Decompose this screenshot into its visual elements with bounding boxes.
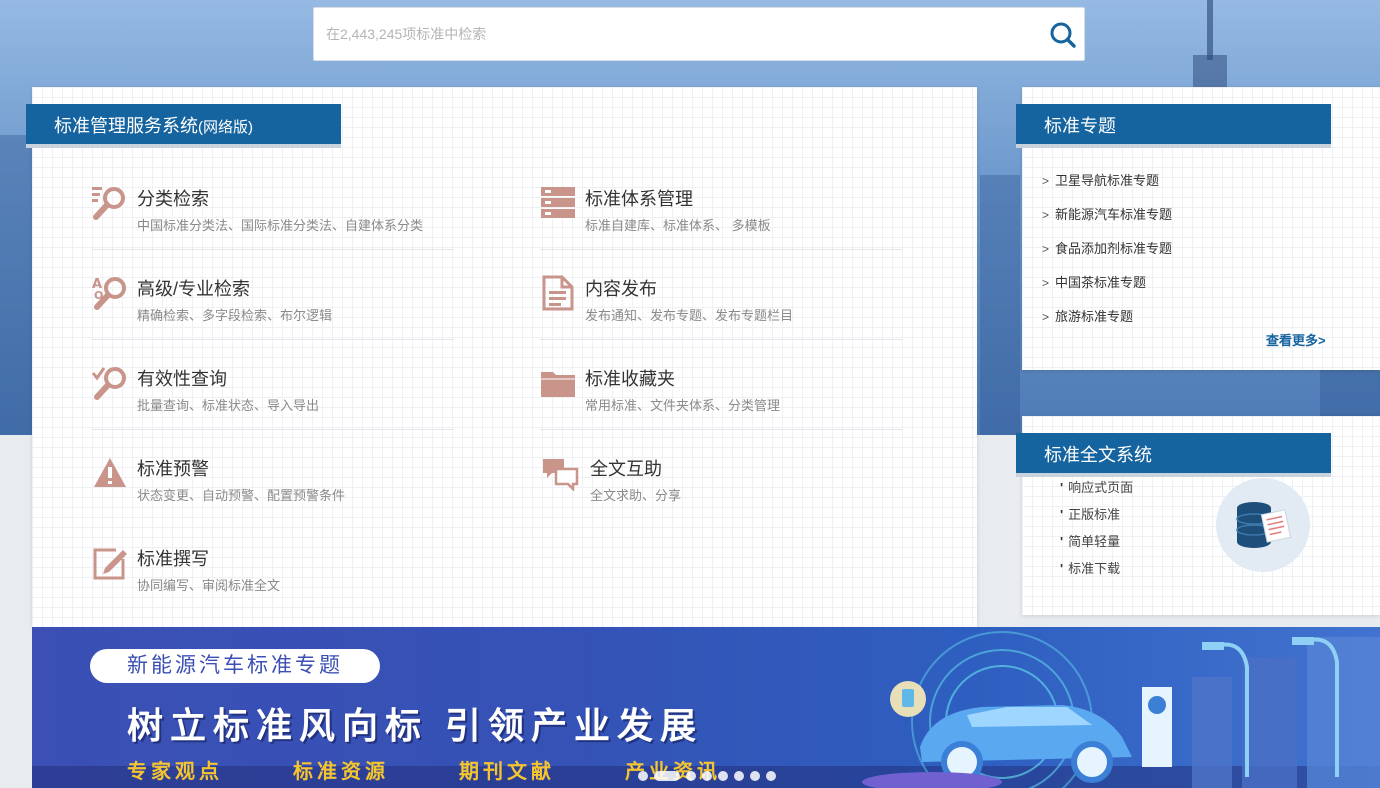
main-title-suffix: (网络版) <box>198 119 253 136</box>
advanced-search-icon: A O <box>92 277 126 310</box>
fulltext-feature: 响应式页面 <box>1060 478 1133 505</box>
car-charging-illustration <box>862 631 1380 788</box>
fulltext-panel: 标准全文系统 响应式页面 正版标准 简单轻量 标准下载 <box>1016 416 1380 615</box>
carousel-dot[interactable] <box>766 770 776 781</box>
chat-icon <box>543 459 579 491</box>
feature-name: 有效性查询 <box>137 369 227 389</box>
feature-name: 高级/专业检索 <box>137 279 251 299</box>
folder-icon <box>541 372 575 397</box>
main-panel: 标准管理服务系统(网络版) 分类检索 中国标准分类法、国际标准分类法、自建体系分… <box>26 87 977 627</box>
search-bar <box>313 7 1085 61</box>
feature-desc: 标准自建库、标准体系、 多模板 <box>585 218 771 233</box>
feature-writing[interactable]: 标准撰写 协同编写、审阅标准全文 <box>92 537 454 627</box>
view-more-link[interactable]: 查看更多> <box>1266 330 1326 349</box>
topic-label: 旅游标准专题 <box>1055 309 1134 324</box>
database-icon <box>1236 502 1292 548</box>
carousel-dot[interactable] <box>734 770 744 781</box>
feature-desc: 协同编写、审阅标准全文 <box>137 578 281 593</box>
divider <box>92 249 454 250</box>
feature-favorites[interactable]: 标准收藏夹 常用标准、文件夹体系、分类管理 <box>540 357 902 447</box>
feature-name: 内容发布 <box>585 279 657 299</box>
topic-label: 新能源汽车标准专题 <box>1055 207 1173 222</box>
category-search-icon <box>92 187 125 220</box>
divider <box>540 429 902 430</box>
fulltext-feature-list: 响应式页面 正版标准 简单轻量 标准下载 <box>1060 478 1133 586</box>
topic-item[interactable]: > 卫星导航标准专题 <box>1042 171 1172 205</box>
warning-icon <box>94 458 126 487</box>
chevron-right-icon: > <box>1042 174 1050 188</box>
promo-banner[interactable]: 新能源汽车标准专题 树立标准风向标 引领产业发展 专家观点标准资源期刊文献产业资… <box>32 627 1380 788</box>
feature-name: 全文互助 <box>590 459 662 479</box>
tower-silhouette <box>1185 0 1235 90</box>
carousel-dot[interactable] <box>702 770 712 781</box>
carousel-dot[interactable] <box>750 770 760 781</box>
banner-tag: 期刊文献 <box>459 761 555 783</box>
divider <box>540 339 902 340</box>
carousel-dot[interactable] <box>686 770 696 781</box>
fulltext-feature: 标准下载 <box>1060 559 1133 586</box>
main-panel-title: 标准管理服务系统(网络版) <box>26 104 341 148</box>
feature-desc: 精确检索、多字段检索、布尔逻辑 <box>137 308 333 323</box>
fulltext-feature: 正版标准 <box>1060 505 1133 532</box>
topic-item[interactable]: > 食品添加剂标准专题 <box>1042 239 1172 273</box>
feature-content-publish[interactable]: 内容发布 发布通知、发布专题、发布专题栏目 <box>540 267 902 357</box>
carousel-indicators <box>638 767 782 781</box>
feature-category-search[interactable]: 分类检索 中国标准分类法、国际标准分类法、自建体系分类 <box>92 177 454 267</box>
feature-desc: 全文求助、分享 <box>590 488 682 503</box>
topic-label: 卫星导航标准专题 <box>1055 173 1160 188</box>
feature-desc: 发布通知、发布专题、发布专题栏目 <box>585 308 794 323</box>
divider <box>92 429 454 430</box>
feature-fulltext-help[interactable]: 全文互助 全文求助、分享 <box>540 447 902 537</box>
search-button[interactable] <box>1048 20 1078 50</box>
carousel-dot[interactable] <box>718 770 728 781</box>
divider <box>540 249 902 250</box>
search-input[interactable] <box>314 8 1034 60</box>
feature-name: 标准收藏夹 <box>585 369 675 389</box>
content-publish-icon <box>542 275 574 311</box>
topic-item[interactable]: > 中国茶标准专题 <box>1042 273 1172 307</box>
main-title-text: 标准管理服务系统 <box>54 116 198 136</box>
chevron-right-icon: > <box>1042 276 1050 290</box>
edit-icon <box>93 548 127 580</box>
banner-tag: 标准资源 <box>293 761 389 783</box>
topics-panel: 标准专题 > 卫星导航标准专题 > 新能源汽车标准专题 > 食品添加剂标准专题 > 中国… <box>1016 87 1380 370</box>
banner-slogan: 树立标准风向标 引领产业发展 <box>127 705 704 746</box>
topic-list: > 卫星导航标准专题 > 新能源汽车标准专题 > 食品添加剂标准专题 > 中国茶标准专题… <box>1042 171 1172 341</box>
search-icon <box>1050 22 1076 48</box>
topic-label: 中国茶标准专题 <box>1055 275 1147 290</box>
chevron-right-icon: > <box>1042 242 1050 256</box>
feature-desc: 中国标准分类法、国际标准分类法、自建体系分类 <box>137 218 424 233</box>
chevron-right-icon: > <box>1042 208 1050 222</box>
feature-advanced-search[interactable]: A O 高级/专业检索 精确检索、多字段检索、布尔逻辑 <box>92 267 454 357</box>
standard-system-icon <box>541 187 575 218</box>
banner-topic-pill: 新能源汽车标准专题 <box>90 649 380 683</box>
feature-name: 标准体系管理 <box>585 189 693 209</box>
banner-tag: 专家观点 <box>127 761 223 783</box>
feature-standard-system[interactable]: 标准体系管理 标准自建库、标准体系、 多模板 <box>540 177 902 267</box>
feature-desc: 常用标准、文件夹体系、分类管理 <box>585 398 781 413</box>
validity-query-icon <box>92 367 126 400</box>
carousel-dot[interactable] <box>638 770 648 781</box>
database-document-icon[interactable] <box>1216 478 1310 572</box>
feature-desc: 状态变更、自动预警、配置预警条件 <box>137 488 346 503</box>
feature-name: 分类检索 <box>137 189 209 209</box>
fulltext-title: 标准全文系统 <box>1016 433 1331 477</box>
divider <box>92 339 454 340</box>
feature-validity-query[interactable]: 有效性查询 批量查询、标准状态、导入导出 <box>92 357 454 447</box>
fulltext-feature: 简单轻量 <box>1060 532 1133 559</box>
topic-item[interactable]: > 新能源汽车标准专题 <box>1042 205 1172 239</box>
feature-name: 标准预警 <box>137 459 209 479</box>
carousel-dot-active[interactable] <box>654 770 680 781</box>
chevron-right-icon: > <box>1042 310 1050 324</box>
feature-name: 标准撰写 <box>137 549 209 569</box>
topic-item[interactable]: > 旅游标准专题 <box>1042 307 1172 341</box>
feature-warning[interactable]: 标准预警 状态变更、自动预警、配置预警条件 <box>92 447 454 537</box>
topic-label: 食品添加剂标准专题 <box>1055 241 1173 256</box>
topics-title: 标准专题 <box>1016 104 1331 148</box>
feature-desc: 批量查询、标准状态、导入导出 <box>137 398 320 413</box>
